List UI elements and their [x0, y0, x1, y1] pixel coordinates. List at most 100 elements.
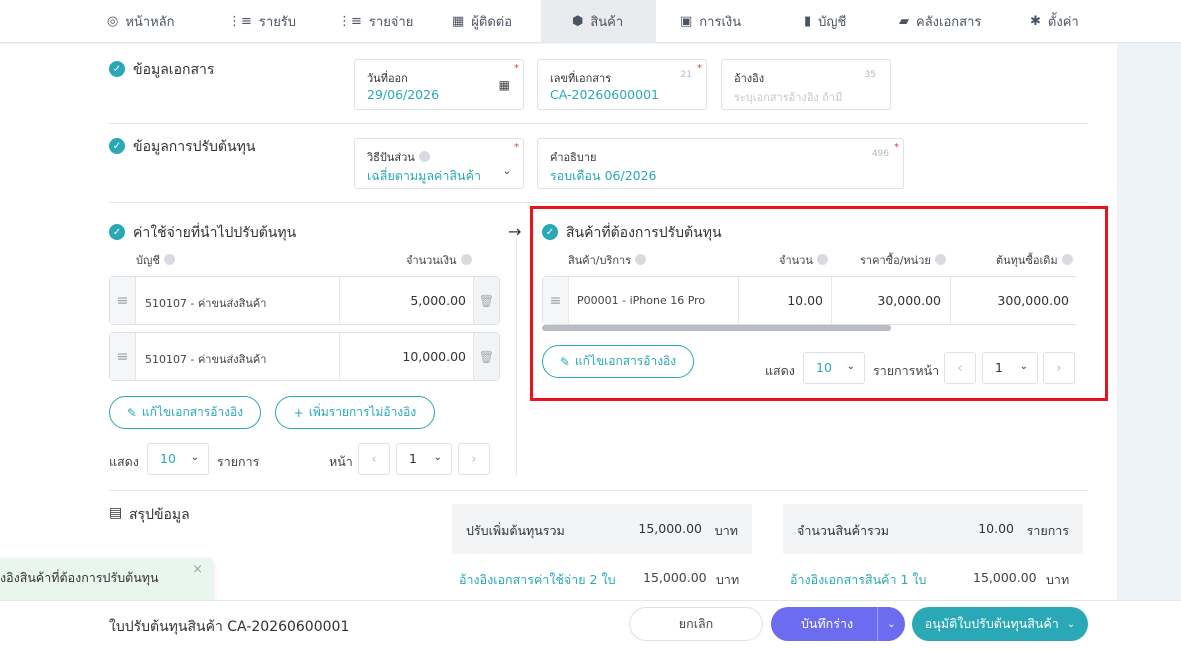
currency-label: บาท: [714, 523, 738, 538]
help-icon: [163, 254, 175, 265]
folder-icon: ▰: [899, 14, 909, 29]
box-icon: ⬢: [572, 14, 584, 29]
expense-account[interactable]: 510107 - ค่าขนส่งสินค้า: [145, 294, 266, 312]
edit-reference-label: แก้ไขเอกสารอ้างอิง: [141, 405, 244, 419]
col-amount-header: จำนวนเงิน: [406, 251, 472, 269]
add-item-button[interactable]: + เพิ่มรายการไม่อ้างอิง: [275, 396, 435, 429]
allocation-method-select[interactable]: วิธีปันส่วน * เฉลี่ยตามมูลค่าสินค้า ⌄: [354, 138, 524, 189]
total-increase-label: ปรับเพิ่มต้นทุนรวม: [466, 523, 565, 538]
nav-income[interactable]: ⋮≡ รายรับ: [228, 0, 296, 43]
issue-date-field[interactable]: วันที่ออก 29/06/2026 * ▦: [354, 59, 524, 110]
income-icon: ⋮≡: [228, 14, 252, 29]
footer-doc-title: ใบปรับต้นทุนสินค้า CA-20260600001: [109, 619, 350, 635]
trash-icon[interactable]: 🗑: [473, 277, 499, 324]
nav-documents-label: คลังเอกสาร: [916, 15, 982, 30]
total-increase-value: 15,000.00: [638, 521, 702, 536]
contacts-icon: ▦: [452, 14, 465, 29]
currency-label: บาท: [716, 572, 740, 587]
close-icon[interactable]: ×: [192, 562, 203, 577]
next-page-button[interactable]: ›: [458, 443, 490, 475]
doc-info-title: ข้อมูลเอกสาร: [133, 62, 215, 78]
edit-reference-button[interactable]: ✎ แก้ไขเอกสารอ้างอิง: [109, 396, 261, 429]
divider: [516, 238, 517, 476]
nav-products[interactable]: ⬢ สินค้า: [541, 0, 656, 43]
description-value: รอบเดือน 06/2026: [550, 168, 657, 183]
product-reference-value: 15,000.00: [973, 570, 1037, 585]
arrow-right-icon: →: [508, 222, 522, 241]
nav-contacts[interactable]: ▦ ผู้ติดต่อ: [452, 0, 512, 43]
save-draft-button[interactable]: บันทึกร่าง ⌄: [771, 607, 905, 641]
allocation-method-value: เฉลี่ยตามมูลค่าสินค้า: [367, 168, 481, 183]
divider: [109, 202, 1088, 203]
trash-icon[interactable]: 🗑: [473, 333, 499, 380]
page-value: 1: [409, 451, 417, 466]
nav-accounting[interactable]: ▮ บัญชี: [804, 0, 846, 43]
book-icon: ▮: [804, 14, 812, 29]
col-account-header: บัญชี: [136, 251, 175, 269]
expense-reference-value: 15,000.00: [643, 570, 707, 585]
divider: [339, 277, 340, 324]
expense-amount[interactable]: 5,000.00: [345, 293, 466, 308]
top-navbar: ◎ หน้าหลัก ⋮≡ รายรับ ⋮≡ รายจ่าย ▦ ผู้ติดต่อ …: [0, 0, 1181, 43]
expense-row: ≡ 510107 - ค่าขนส่งสินค้า 5,000.00 🗑: [109, 276, 500, 325]
nav-products-label: สินค้า: [590, 15, 624, 30]
divider: [339, 333, 340, 380]
chevron-left-icon: ‹: [371, 451, 377, 467]
money-icon: ▣: [680, 14, 693, 29]
chevron-down-icon: ⌄: [190, 452, 199, 463]
nav-finance[interactable]: ▣ การเงิน: [680, 0, 741, 43]
drag-handle-icon[interactable]: ≡: [110, 333, 136, 380]
nav-expense[interactable]: ⋮≡ รายจ่าย: [338, 0, 413, 43]
cancel-button[interactable]: ยกเลิก: [629, 607, 763, 641]
check-icon: ✓: [109, 138, 125, 154]
expense-account[interactable]: 510107 - ค่าขนส่งสินค้า: [145, 350, 266, 368]
issue-date-label: วันที่ออก: [367, 72, 408, 85]
reference-placeholder: ระบุเอกสารอ้างอิง ถ้ามี: [734, 91, 843, 104]
nav-home[interactable]: ◎ หน้าหลัก: [107, 0, 175, 43]
reference-label: อ้างอิง: [734, 72, 765, 85]
page-size-select[interactable]: 10 ⌄: [147, 443, 209, 475]
product-reference-link[interactable]: อ้างอิงเอกสารสินค้า 1 ใบ: [790, 570, 926, 590]
page-select[interactable]: 1 ⌄: [396, 443, 452, 475]
required-mark: *: [894, 142, 899, 153]
highlight-box: [530, 206, 1108, 401]
prev-page-button[interactable]: ‹: [358, 443, 390, 475]
nav-settings[interactable]: ✱ ตั้งค่า: [1030, 0, 1079, 43]
description-label: คำอธิบาย: [550, 151, 597, 164]
page-label: หน้า: [329, 454, 353, 469]
summary-title: สรุปข้อมูล: [129, 507, 190, 523]
check-icon: ✓: [109, 61, 125, 77]
expense-reference-link[interactable]: อ้างอิงเอกสารค่าใช้จ่าย 2 ใบ: [459, 570, 616, 590]
plus-icon: +: [293, 405, 304, 420]
expense-amount[interactable]: 10,000.00: [345, 349, 466, 364]
check-icon: ✓: [109, 224, 125, 240]
nav-expense-label: รายจ่าย: [368, 15, 414, 30]
required-mark: *: [514, 63, 519, 74]
approve-button[interactable]: อนุมัติใบปรับต้นทุนสินค้า ⌄: [912, 607, 1088, 641]
description-counter: 496: [871, 149, 889, 159]
pencil-icon: ✎: [126, 405, 137, 420]
chevron-down-icon: ⌄: [433, 452, 442, 463]
calendar-icon[interactable]: ▦: [499, 78, 510, 92]
drag-handle-icon[interactable]: ≡: [110, 277, 136, 324]
cancel-label: ยกเลิก: [678, 616, 714, 631]
nav-finance-label: การเงิน: [699, 15, 742, 30]
adjust-info-title: ข้อมูลการปรับต้นทุน: [133, 139, 256, 155]
chevron-down-icon[interactable]: ⌄: [877, 607, 905, 641]
required-mark: *: [697, 63, 702, 74]
reference-field[interactable]: อ้างอิง 35 ระบุเอกสารอ้างอิง ถ้ามี: [721, 59, 891, 110]
summary-total-qty-box: จำนวนสินค้ารวม 10.00 รายการ: [783, 504, 1083, 554]
description-field[interactable]: คำอธิบาย 496 * รอบเดือน 06/2026: [537, 138, 904, 189]
approve-label: อนุมัติใบปรับต้นทุนสินค้า: [924, 616, 1059, 631]
summary-total-increase-box: ปรับเพิ่มต้นทุนรวม 15,000.00 บาท: [452, 504, 752, 554]
nav-contacts-label: ผู้ติดต่อ: [471, 15, 513, 30]
expense-icon: ⋮≡: [338, 14, 362, 29]
required-mark: *: [514, 142, 519, 153]
doc-number-label: เลขที่เอกสาร: [550, 72, 612, 85]
doc-number-field[interactable]: เลขที่เอกสาร 21 * CA-20260600001: [537, 59, 707, 110]
nav-documents[interactable]: ▰ คลังเอกสาร: [899, 0, 981, 43]
currency-label: บาท: [1046, 572, 1070, 587]
save-draft-label: บันทึกร่าง: [800, 616, 854, 631]
chevron-down-icon: ⌄: [1066, 618, 1076, 630]
allocation-method-label-text: วิธีปันส่วน: [367, 151, 415, 164]
